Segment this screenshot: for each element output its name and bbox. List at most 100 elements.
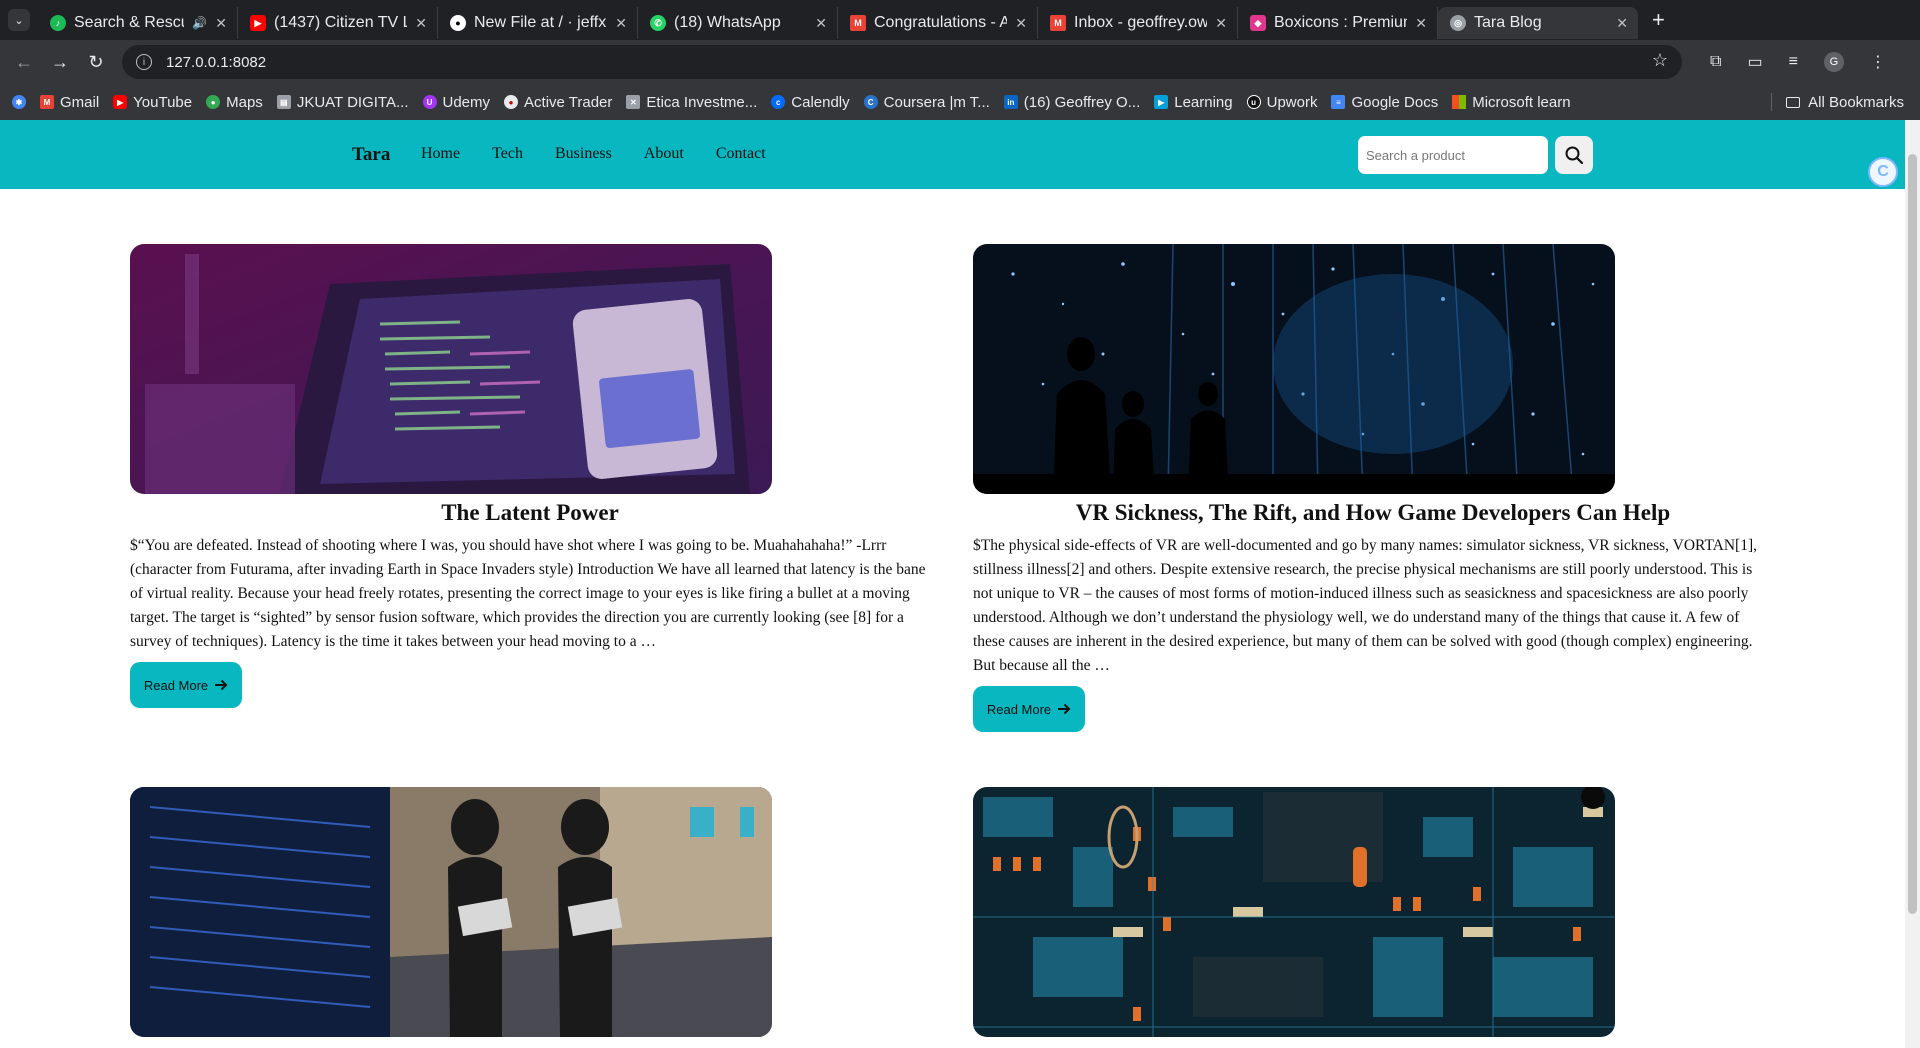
- post-title[interactable]: The Latent Power: [130, 500, 930, 526]
- all-bookmarks-button[interactable]: All Bookmarks: [1786, 94, 1904, 111]
- bookmark-gmail[interactable]: M Gmail: [40, 94, 99, 111]
- search-input[interactable]: [1358, 136, 1548, 174]
- arrow-right-icon: [215, 679, 228, 691]
- extension-floating-icon[interactable]: C: [1868, 157, 1898, 187]
- apps-icon[interactable]: ✱: [12, 95, 26, 109]
- tab-gmail-inbox[interactable]: M Inbox - geoffrey.owuo ✕: [1038, 7, 1238, 39]
- bookmark-microsoft-learn[interactable]: Microsoft learn: [1452, 94, 1571, 111]
- extensions-icon[interactable]: ⧉: [1710, 53, 1721, 71]
- bookmark-learning[interactable]: ▶ Learning: [1154, 93, 1233, 111]
- close-tab-icon[interactable]: ✕: [215, 15, 227, 32]
- tab-github[interactable]: ● New File at / · jeffx-3/T ✕: [438, 7, 638, 39]
- google-docs-icon: ≡: [1331, 95, 1346, 109]
- boxicons-icon: ◆: [1250, 15, 1266, 31]
- search-button[interactable]: [1555, 136, 1593, 174]
- bookmark-label: Active Trader: [524, 93, 613, 111]
- read-more-button[interactable]: Read More: [973, 686, 1085, 732]
- scrollbar-thumb[interactable]: [1908, 154, 1917, 914]
- post-image-laptop-code[interactable]: [130, 244, 772, 494]
- post-title[interactable]: VR Sickness, The Rift, and How Game Deve…: [973, 500, 1773, 526]
- tab-title: Inbox - geoffrey.owuo: [1074, 14, 1208, 31]
- bookmarks-divider: [1771, 93, 1773, 111]
- profile-avatar[interactable]: G: [1823, 52, 1844, 72]
- github-icon: ●: [450, 15, 466, 31]
- post-image-vr-lights[interactable]: [973, 244, 1615, 494]
- site-brand[interactable]: Tara: [352, 144, 390, 166]
- calendly-icon: c: [771, 95, 786, 109]
- bookmark-calendly[interactable]: c Calendly: [771, 94, 850, 111]
- reload-icon[interactable]: ↻: [78, 52, 114, 73]
- etica-icon: ✕: [626, 95, 641, 109]
- tab-spotify[interactable]: ♪ Search & Rescue • D 🔊 ✕: [38, 7, 238, 39]
- tab-boxicons[interactable]: ◆ Boxicons : Premium w ✕: [1238, 7, 1438, 39]
- bookmark-active-trader[interactable]: ● Active Trader: [504, 94, 612, 111]
- address-bar[interactable]: i 127.0.0.1:8082 ☆: [122, 45, 1682, 79]
- tab-title: New File at / · jeffx-3/T: [474, 14, 607, 31]
- post-excerpt: $“You are defeated. Instead of shooting …: [130, 537, 926, 650]
- gmail-icon: M: [40, 95, 54, 109]
- close-tab-icon[interactable]: ✕: [815, 15, 827, 32]
- page-viewport: Tara Home Tech Business About Contact Se…: [0, 120, 1905, 1048]
- menu-icon[interactable]: ⋮: [1870, 52, 1886, 72]
- tab-title: Boxicons : Premium w: [1274, 14, 1407, 31]
- learning-icon: ▶: [1154, 95, 1169, 109]
- tab-search-button[interactable]: ⌄: [8, 9, 30, 31]
- tab-gmail-congratulations[interactable]: M Congratulations - Acc ✕: [838, 7, 1038, 39]
- nav-tech[interactable]: Tech: [492, 145, 523, 163]
- bookmarks-bar: ✱ M Gmail ▶ YouTube ● Maps ▤ JKUAT DIGITA...…: [0, 84, 1920, 120]
- nav-home[interactable]: Home: [421, 145, 460, 163]
- nav-contact[interactable]: Contact: [716, 145, 766, 163]
- speaker-icon[interactable]: 🔊: [192, 16, 207, 30]
- bookmark-maps[interactable]: ● Maps: [206, 94, 263, 111]
- close-tab-icon[interactable]: ✕: [1015, 15, 1027, 32]
- media-control-icon[interactable]: ≡: [1789, 53, 1798, 71]
- read-more-label: Read More: [986, 701, 1052, 717]
- back-icon[interactable]: ←: [6, 52, 42, 73]
- blog-post-card: [130, 787, 930, 1037]
- bookmark-etica[interactable]: ✕ Etica Investme...: [626, 94, 757, 111]
- forward-icon[interactable]: →: [42, 52, 78, 73]
- page-icon: ▤: [276, 95, 291, 109]
- bookmark-linkedin[interactable]: in (16) Geoffrey O...: [1003, 94, 1140, 111]
- whatsapp-icon: ✆: [650, 15, 666, 31]
- post-image-circuit-board[interactable]: [973, 787, 1615, 1037]
- tab-youtube[interactable]: ▶ (1437) Citizen TV Live ✕: [238, 7, 438, 39]
- close-tab-icon[interactable]: ✕: [1415, 15, 1427, 32]
- folder-icon: [1786, 96, 1801, 108]
- nav-business[interactable]: Business: [555, 145, 612, 163]
- read-more-label: Read More: [143, 677, 209, 693]
- active-trader-icon: ●: [504, 95, 519, 109]
- bookmark-udemy[interactable]: U Udemy: [422, 94, 490, 111]
- site-info-icon[interactable]: i: [136, 54, 152, 70]
- tab-title: Congratulations - Acc: [874, 14, 1008, 31]
- tab-whatsapp[interactable]: ✆ (18) WhatsApp ✕: [638, 7, 838, 39]
- read-more-button[interactable]: Read More: [130, 662, 242, 708]
- page-scrollbar[interactable]: [1905, 120, 1920, 1048]
- close-tab-icon[interactable]: ✕: [615, 15, 627, 32]
- bookmark-label: JKUAT DIGITA...: [296, 93, 409, 111]
- all-bookmarks-label: All Bookmarks: [1808, 93, 1904, 111]
- blog-post-card: The Latent Power $“You are defeated. Ins…: [130, 244, 930, 708]
- youtube-icon: ▶: [113, 95, 128, 109]
- bookmark-label: Upwork: [1266, 93, 1318, 111]
- bookmark-jkuat[interactable]: ▤ JKUAT DIGITA...: [276, 93, 409, 111]
- blog-post-card: VR Sickness, The Rift, and How Game Deve…: [973, 244, 1773, 732]
- close-tab-icon[interactable]: ✕: [415, 15, 427, 32]
- bookmark-label: Learning: [1174, 93, 1233, 111]
- reading-list-icon[interactable]: ▭: [1747, 52, 1762, 72]
- close-tab-icon[interactable]: ✕: [1616, 15, 1628, 32]
- bookmark-youtube[interactable]: ▶ YouTube: [113, 94, 192, 111]
- nav-about[interactable]: About: [644, 145, 684, 163]
- new-tab-button[interactable]: +: [1652, 7, 1665, 33]
- close-tab-icon[interactable]: ✕: [1215, 15, 1227, 32]
- tab-title: Tara Blog: [1474, 14, 1542, 31]
- bookmark-google-docs[interactable]: ≡ Google Docs: [1331, 94, 1438, 111]
- post-image-server-room[interactable]: [130, 787, 772, 1037]
- site-navbar: Tara Home Tech Business About Contact: [0, 120, 1905, 189]
- bookmark-upwork[interactable]: u Upwork: [1246, 93, 1318, 111]
- bookmark-label: Gmail: [60, 93, 100, 111]
- bookmark-star-icon[interactable]: ☆: [1652, 50, 1668, 71]
- tab-tara-blog[interactable]: ◎ Tara Blog ✕: [1438, 7, 1638, 39]
- bookmark-coursera[interactable]: C Coursera |m T...: [863, 94, 990, 111]
- coursera-icon: C: [863, 95, 878, 109]
